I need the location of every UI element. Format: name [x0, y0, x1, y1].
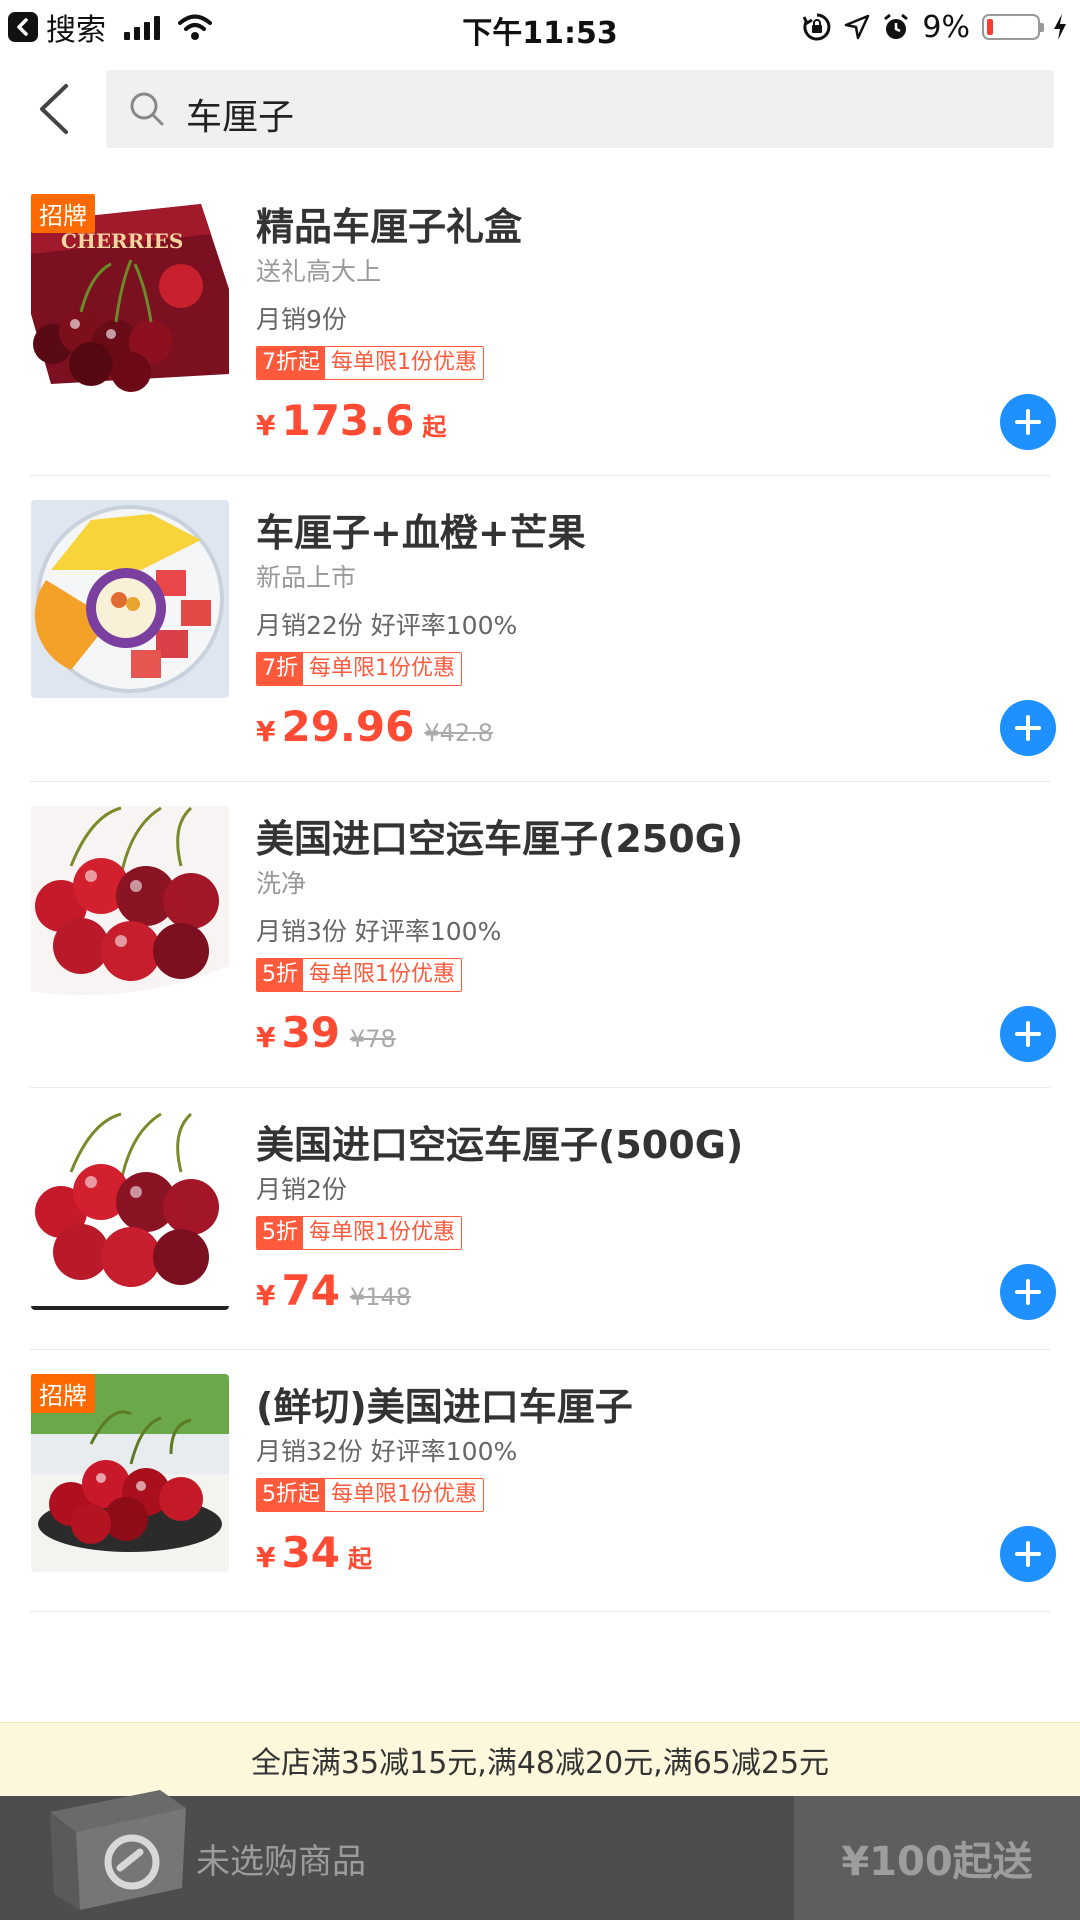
price-suffix: 起	[422, 413, 447, 441]
discount-label: 5折起	[257, 1479, 325, 1511]
price: ¥ 74 ¥148	[256, 1266, 411, 1315]
plus-icon	[1015, 715, 1041, 741]
signature-badge: 招牌	[31, 194, 95, 233]
original-price: ¥78	[349, 1025, 396, 1053]
limit-label: 每单限1份优惠	[325, 1479, 483, 1511]
price: ¥ 39 ¥78	[256, 1008, 396, 1057]
plus-icon	[1015, 1541, 1041, 1567]
product-item[interactable]: CHERRIES 招牌 精品车厘子礼盒 送礼高大上 月销9份 7折起 每单限1份…	[0, 170, 1080, 476]
currency-symbol: ¥	[256, 1021, 276, 1054]
original-price: ¥148	[349, 1283, 412, 1311]
plus-icon	[1015, 409, 1041, 435]
discount-label: 5折	[257, 1217, 303, 1249]
currency-symbol: ¥	[256, 1279, 276, 1312]
limit-label: 每单限1份优惠	[303, 653, 461, 685]
add-to-cart-button[interactable]	[1000, 394, 1056, 450]
add-to-cart-button[interactable]	[1000, 1006, 1056, 1062]
product-subtitle: 洗净	[256, 869, 307, 898]
price-value: 74	[281, 1266, 340, 1315]
product-item[interactable]: 招牌 (鲜切)美国进口车厘子 月销32份 好评率100% 5折起 每单限1份优惠…	[0, 1350, 1080, 1612]
product-item[interactable]: 车厘子+血橙+芒果 新品上市 月销22份 好评率100% 7折 每单限1份优惠 …	[0, 476, 1080, 782]
price-suffix: 起	[347, 1545, 372, 1573]
search-header: 车厘子	[0, 54, 1080, 164]
divider	[30, 1611, 1050, 1612]
promo-tag: 5折 每单限1份优惠	[256, 1216, 462, 1250]
currency-symbol: ¥	[256, 409, 276, 442]
limit-label: 每单限1份优惠	[325, 347, 483, 379]
product-item[interactable]: 美国进口空运车厘子(500G) 月销2份 5折 每单限1份优惠 ¥ 74 ¥14…	[0, 1088, 1080, 1350]
product-list: CHERRIES 招牌 精品车厘子礼盒 送礼高大上 月销9份 7折起 每单限1份…	[0, 170, 1080, 1612]
signature-badge: 招牌	[31, 1374, 95, 1413]
product-sales: 月销9份	[256, 305, 347, 334]
price: ¥ 29.96 ¥42.8	[256, 702, 493, 751]
price: ¥ 34 起	[256, 1528, 372, 1577]
price-value: 34	[281, 1528, 340, 1577]
checkout-button[interactable]: ¥100起送	[794, 1796, 1080, 1920]
promo-tag: 7折起 每单限1份优惠	[256, 346, 484, 380]
location-icon	[845, 14, 870, 40]
promo-tag: 5折起 每单限1份优惠	[256, 1478, 484, 1512]
cart-empty-text: 未选购商品	[196, 1842, 366, 1882]
promo-tag: 5折 每单限1份优惠	[256, 958, 462, 992]
alarm-icon	[884, 13, 909, 39]
product-title[interactable]: 美国进口空运车厘子(250G)	[256, 808, 743, 863]
limit-label: 每单限1份优惠	[303, 1217, 461, 1249]
product-title[interactable]: 精品车厘子礼盒	[256, 196, 522, 251]
limit-label: 每单限1份优惠	[303, 959, 461, 991]
back-button[interactable]	[30, 82, 80, 136]
currency-symbol: ¥	[256, 1541, 276, 1574]
product-sales: 月销32份 好评率100%	[256, 1437, 518, 1466]
chevron-left-icon	[40, 84, 68, 134]
promo-tag: 7折 每单限1份优惠	[256, 652, 462, 686]
status-right: 9%	[802, 6, 1068, 48]
search-input[interactable]: 车厘子	[106, 70, 1054, 148]
battery-icon	[982, 14, 1044, 40]
status-bar: 搜索 下午11:53 9%	[0, 0, 1080, 54]
original-price: ¥42.8	[424, 719, 494, 747]
price: ¥ 173.6 起	[256, 396, 446, 445]
product-title[interactable]: (鲜切)美国进口车厘子	[256, 1376, 633, 1431]
product-item[interactable]: 美国进口空运车厘子(250G) 洗净 月销3份 好评率100% 5折 每单限1份…	[0, 782, 1080, 1088]
add-to-cart-button[interactable]	[1000, 1264, 1056, 1320]
product-image[interactable]	[31, 1112, 229, 1310]
currency-symbol: ¥	[256, 715, 276, 748]
battery-percent: 9%	[922, 9, 970, 45]
add-to-cart-button[interactable]	[1000, 700, 1056, 756]
discount-label: 5折	[257, 959, 303, 991]
product-sales: 月销22份 好评率100%	[256, 611, 518, 640]
product-sales: 月销3份 好评率100%	[256, 917, 502, 946]
discount-label: 7折	[257, 653, 303, 685]
price-value: 39	[281, 1008, 340, 1057]
search-icon	[130, 92, 164, 126]
cart-bar: 未选购商品 ¥100起送	[0, 1790, 1080, 1920]
plus-icon	[1015, 1021, 1041, 1047]
cart-box-icon[interactable]	[40, 1782, 190, 1914]
product-title[interactable]: 美国进口空运车厘子(500G)	[256, 1114, 743, 1169]
product-title[interactable]: 车厘子+血橙+芒果	[256, 502, 586, 557]
charging-icon	[1054, 14, 1066, 40]
lock-rotation-icon	[803, 13, 831, 41]
product-image[interactable]	[31, 500, 229, 698]
product-subtitle: 新品上市	[256, 563, 357, 592]
plus-icon	[1015, 1279, 1041, 1305]
product-sales: 月销2份	[256, 1175, 347, 1204]
product-subtitle: 送礼高大上	[256, 257, 382, 286]
price-value: 173.6	[281, 396, 415, 445]
search-query[interactable]: 车厘子	[186, 88, 294, 140]
price-value: 29.96	[281, 702, 415, 751]
product-image[interactable]	[31, 806, 229, 1004]
discount-label: 7折起	[257, 347, 325, 379]
add-to-cart-button[interactable]	[1000, 1526, 1056, 1582]
